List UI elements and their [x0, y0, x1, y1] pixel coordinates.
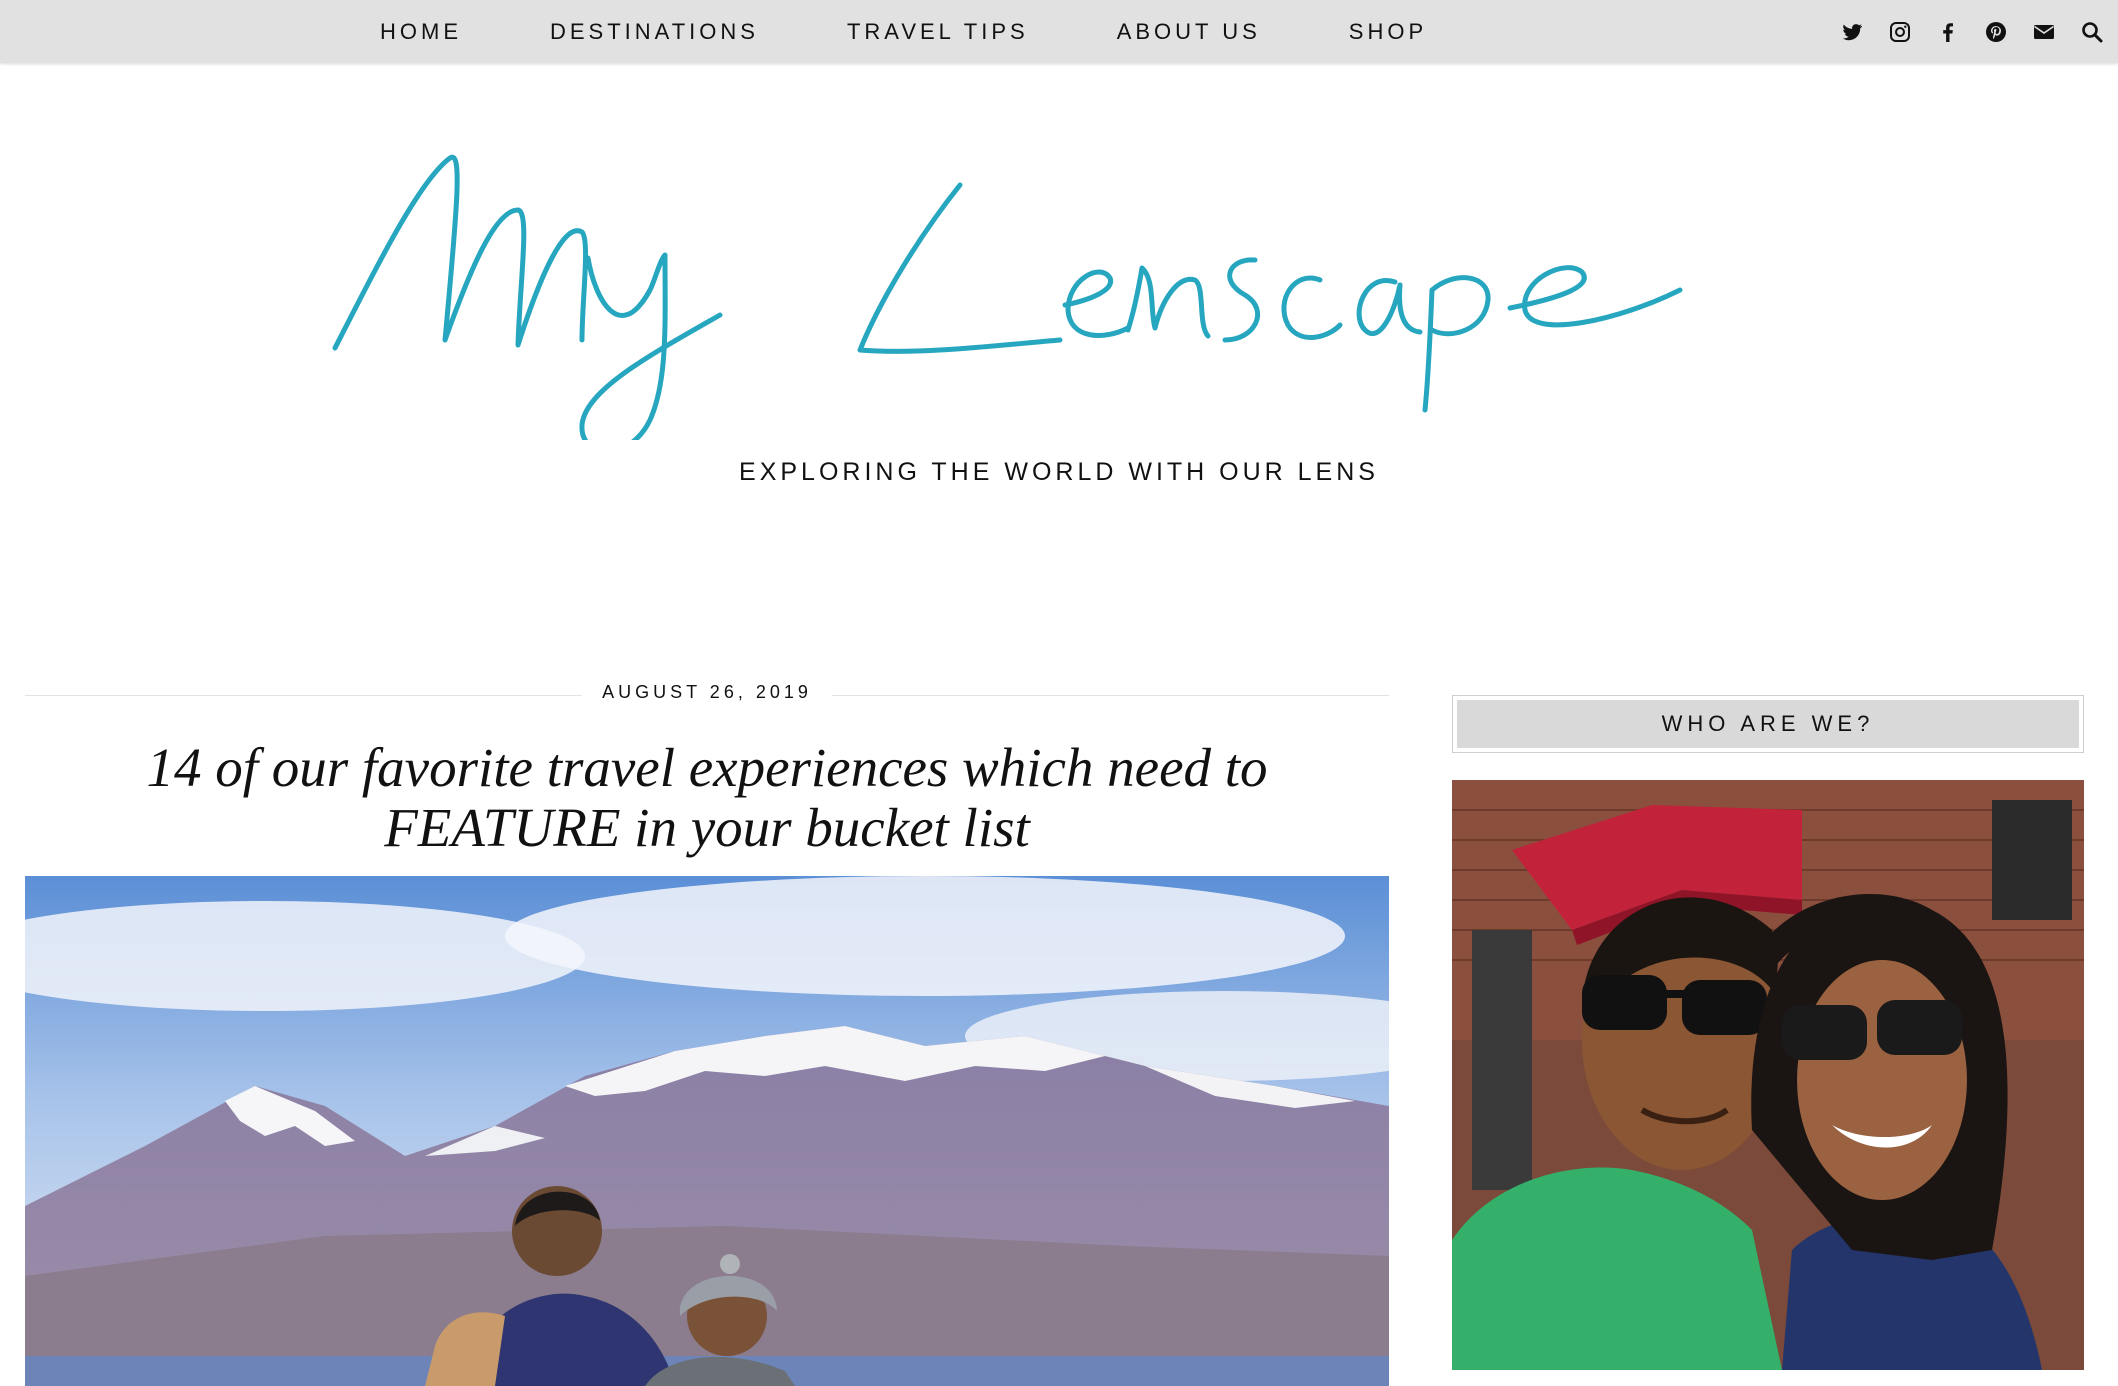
about-us-photo[interactable] — [1452, 780, 2084, 1370]
social-icons — [1818, 0, 2106, 63]
pinterest-icon[interactable] — [1982, 18, 2010, 46]
blog-post: AUGUST 26, 2019 14 of our favorite trave… — [25, 680, 1389, 1386]
nav-travel-tips[interactable]: TRAVEL TIPS — [847, 19, 1029, 45]
facebook-icon[interactable] — [1934, 18, 1962, 46]
featured-photo — [25, 876, 1389, 1386]
post-date: AUGUST 26, 2019 — [582, 682, 832, 703]
couple-photo — [1452, 780, 2084, 1370]
logo-script — [332, 154, 1683, 454]
nav-shop[interactable]: SHOP — [1349, 19, 1427, 45]
instagram-icon[interactable] — [1886, 18, 1914, 46]
who-are-we-widget-title: WHO ARE WE? — [1452, 695, 2084, 753]
nav-about-us[interactable]: ABOUT US — [1117, 19, 1261, 45]
widget-title-text: WHO ARE WE? — [1457, 700, 2079, 748]
post-date-row: AUGUST 26, 2019 — [25, 680, 1389, 710]
email-icon[interactable] — [2030, 18, 2058, 46]
top-navigation: HOME DESTINATIONS TRAVEL TIPS ABOUT US S… — [0, 0, 2118, 63]
nav-destinations[interactable]: DESTINATIONS — [550, 19, 759, 45]
featured-image[interactable] — [25, 876, 1389, 1386]
main-menu: HOME DESTINATIONS TRAVEL TIPS ABOUT US S… — [380, 0, 1515, 63]
twitter-icon[interactable] — [1838, 18, 1866, 46]
post-title[interactable]: 14 of our favorite travel experiences wh… — [25, 738, 1389, 858]
nav-home[interactable]: HOME — [380, 19, 462, 45]
site-tagline: EXPLORING THE WORLD WITH OUR LENS — [739, 458, 1379, 486]
search-icon[interactable] — [2078, 18, 2106, 46]
site-logo[interactable] — [320, 140, 1820, 454]
